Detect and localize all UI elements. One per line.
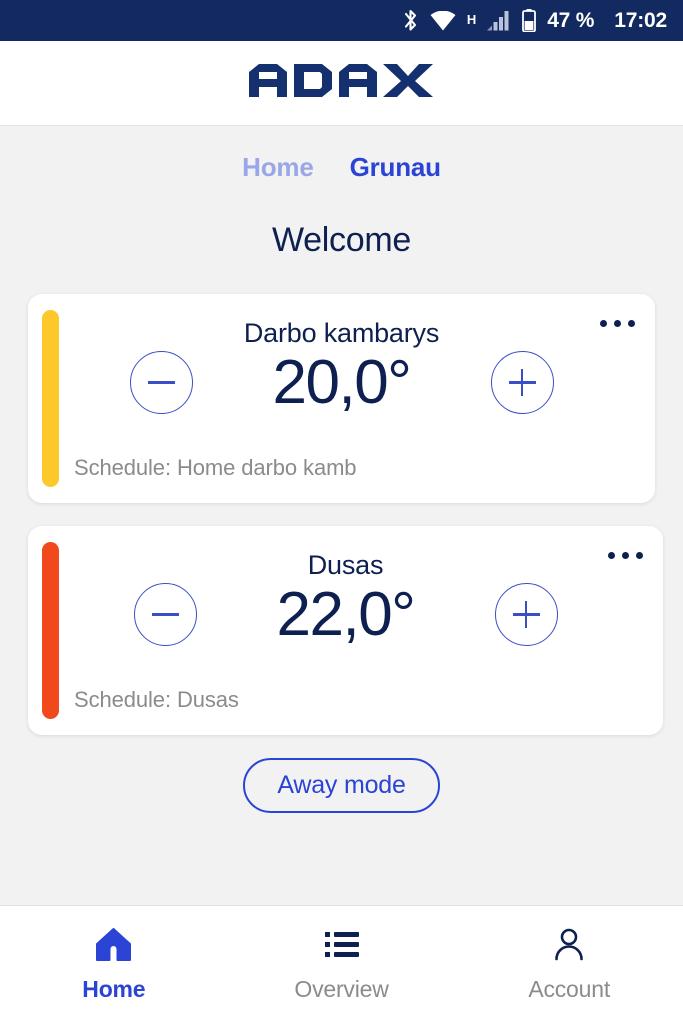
device-card[interactable]: Darbo kambarys 20,0° Schedule: Home darb… [28, 294, 655, 503]
bluetooth-icon [402, 9, 419, 32]
away-mode-button[interactable]: Away mode [243, 758, 440, 813]
page-title: Welcome [272, 221, 411, 259]
device-menu-button[interactable] [608, 552, 643, 559]
target-temperature: 22,0° [276, 579, 416, 649]
cellular-signal-icon [487, 10, 511, 31]
plus-icon [508, 369, 536, 396]
increase-temperature-button[interactable] [494, 583, 558, 646]
dot [600, 320, 607, 327]
tab-home[interactable]: Home [242, 152, 314, 183]
device-schedule: Schedule: Dusas [74, 687, 239, 712]
device-status-accent-bar [42, 310, 59, 487]
dot [614, 320, 621, 327]
away-mode-container: Away mode [0, 758, 683, 813]
bottom-navigation: Home Overview Account [0, 905, 683, 1024]
device-menu-button[interactable] [600, 320, 635, 327]
nav-label-overview: Overview [294, 976, 389, 1002]
device-card-list: Darbo kambarys 20,0° Schedule: Home darb… [0, 294, 683, 735]
temperature-controls: 22,0° [28, 583, 663, 646]
home-tabs: Home Grunau [0, 126, 683, 183]
dot [622, 552, 629, 559]
nav-item-home[interactable]: Home [0, 906, 228, 1003]
nav-item-overview[interactable]: Overview [228, 906, 456, 1003]
dot [608, 552, 615, 559]
device-card[interactable]: Dusas 22,0° Schedule: Dusas [28, 526, 663, 735]
decrease-temperature-button[interactable] [129, 351, 193, 414]
battery-icon [522, 9, 537, 32]
minus-icon [147, 381, 175, 384]
clock: 17:02 [614, 8, 667, 32]
app-header [0, 41, 683, 126]
nav-item-account[interactable]: Account [455, 906, 683, 1003]
main-content: Home Grunau Welcome Darbo kambarys 20,0° [0, 126, 683, 905]
nav-label-home: Home [82, 976, 146, 1002]
temperature-controls: 20,0° [28, 351, 655, 414]
dot [628, 320, 635, 327]
app-screen: H 47 % 17:02 Home Grunau Welcome Darbo k… [0, 0, 683, 1024]
plus-icon [512, 601, 540, 628]
device-status-accent-bar [42, 542, 59, 719]
nav-label-account: Account [528, 976, 611, 1002]
dot [636, 552, 643, 559]
device-name: Darbo kambarys [243, 318, 440, 348]
network-type-label: H [466, 11, 477, 27]
device-schedule: Schedule: Home darbo kamb [74, 455, 357, 480]
home-icon [96, 926, 132, 962]
target-temperature: 20,0° [272, 347, 412, 417]
decrease-temperature-button[interactable] [133, 583, 197, 646]
increase-temperature-button[interactable] [490, 351, 554, 414]
status-bar-icons: H 47 % 17:02 [402, 9, 667, 33]
minus-icon [151, 613, 179, 616]
tab-grunau[interactable]: Grunau [350, 152, 441, 183]
device-name: Dusas [307, 550, 384, 580]
wifi-icon [430, 10, 456, 31]
person-icon [553, 926, 585, 962]
status-bar: H 47 % 17:02 [0, 0, 683, 41]
adax-logo [247, 63, 437, 103]
battery-percentage: 47 % [547, 8, 595, 32]
list-icon [324, 926, 359, 962]
